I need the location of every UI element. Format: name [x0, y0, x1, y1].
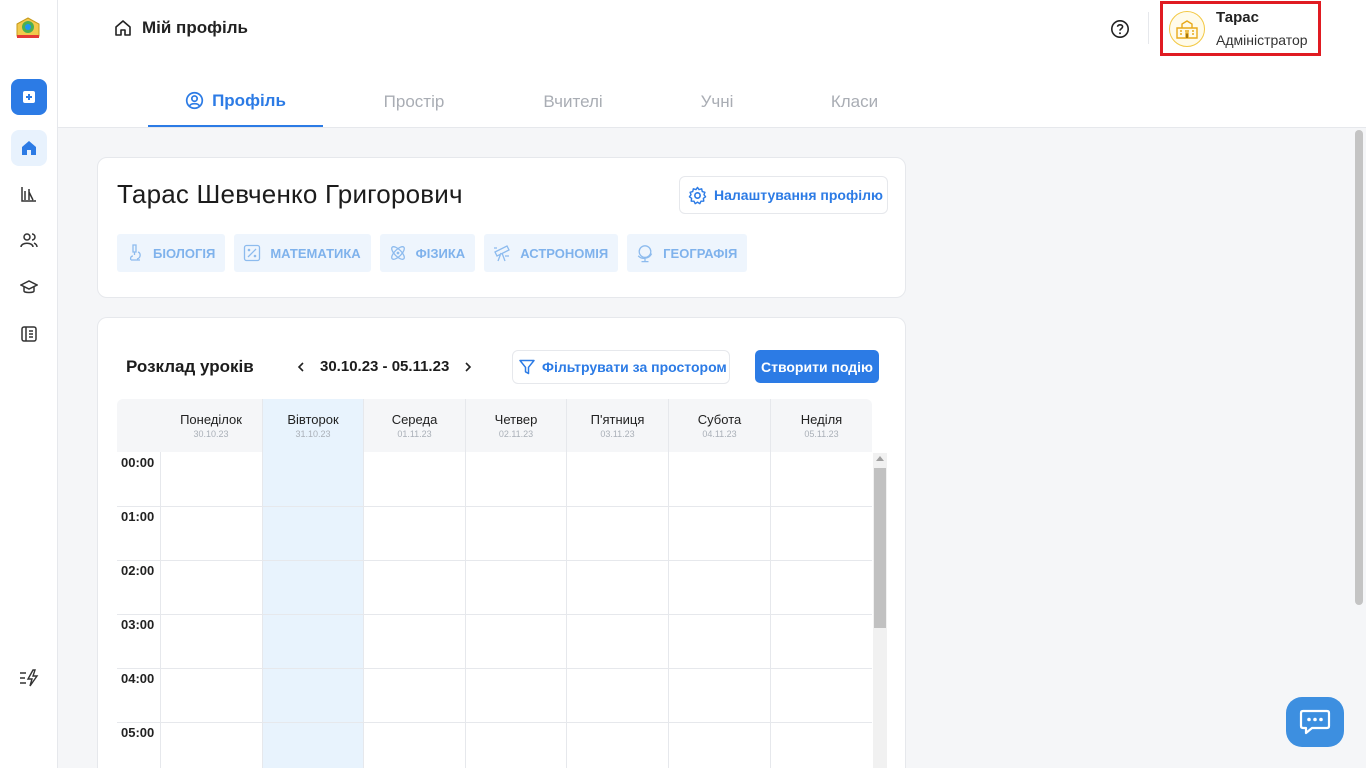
home-icon [22, 141, 36, 155]
day-header-sun[interactable]: Неділя 05.11.23 [770, 399, 872, 452]
avatar [1169, 10, 1205, 47]
user-role: Адміністратор [1216, 31, 1308, 48]
sidebar-item-home[interactable] [11, 130, 47, 166]
tab-profile[interactable]: Профіль [148, 76, 323, 127]
subject-math[interactable]: МАТЕМАТИКА [234, 234, 371, 272]
subject-astronomy[interactable]: АСТРОНОМІЯ [484, 234, 619, 272]
hour-divider [117, 506, 872, 507]
tab-students[interactable]: Учні [641, 76, 793, 127]
create-event-button[interactable]: Створити подію [755, 350, 879, 383]
chat-bubble-icon [1299, 709, 1331, 735]
day-column[interactable] [363, 452, 465, 768]
profile-settings-button[interactable]: Налаштування профілю [679, 176, 888, 214]
time-label: 02:00 [121, 563, 155, 578]
date-range: 30.10.23 - 05.11.23 [320, 358, 450, 375]
breadcrumb[interactable]: Мій профіль [114, 18, 248, 38]
calendar-grid[interactable]: 00:00 01:00 02:00 03:00 04:00 05:00 [117, 452, 872, 768]
plus-icon [23, 91, 35, 103]
question-circle-icon [1111, 20, 1129, 38]
day-header-tue[interactable]: Вівторок 31.10.23 [262, 399, 363, 452]
schedule-title: Розклад уроків [126, 357, 254, 376]
scroll-up-arrow-icon[interactable] [876, 456, 884, 461]
graduation-cap-icon [20, 280, 38, 294]
school-building-icon [1176, 19, 1198, 39]
tab-space[interactable]: Простір [323, 76, 505, 127]
sidebar-item-users[interactable] [11, 222, 47, 258]
stats-icon [21, 187, 36, 202]
bolt-icon [20, 669, 39, 687]
subject-geography[interactable]: ГЕОГРАФІЯ [627, 234, 748, 272]
day-header-sat[interactable]: Субота 04.11.23 [668, 399, 770, 452]
time-label: 00:00 [121, 455, 155, 470]
book-icon [21, 326, 37, 342]
tab-teachers[interactable]: Вчителі [505, 76, 641, 127]
user-circle-icon [185, 91, 204, 110]
tab-classes[interactable]: Класи [793, 76, 916, 127]
day-column[interactable] [566, 452, 668, 768]
day-header-fri[interactable]: П'ятниця 03.11.23 [566, 399, 668, 452]
divider [1148, 12, 1149, 44]
user-menu[interactable]: Тарас Адміністратор [1160, 1, 1321, 56]
hour-divider [117, 614, 872, 615]
help-button[interactable] [1110, 19, 1130, 39]
profile-full-name: Тарас Шевченко Григорович [117, 179, 463, 209]
telescope-icon [494, 245, 511, 262]
calendar-header: Понеділок 30.10.23 Вівторок 31.10.23 Сер… [117, 399, 872, 452]
hour-divider [117, 722, 872, 723]
scroll-thumb[interactable] [874, 468, 886, 628]
page-scrollbar[interactable] [1355, 130, 1363, 605]
day-column[interactable] [465, 452, 566, 768]
sidebar-add-button[interactable] [11, 79, 47, 115]
sidebar-item-stats[interactable] [11, 176, 47, 212]
date-navigator: 30.10.23 - 05.11.23 [296, 358, 473, 375]
filter-by-space-button[interactable]: Фільтрувати за простором [512, 350, 730, 384]
subject-physics[interactable]: ФІЗИКА [379, 234, 476, 272]
globe-icon [637, 245, 653, 263]
gear-icon [688, 186, 707, 204]
sidebar-item-quick-actions[interactable] [11, 660, 47, 696]
time-label: 04:00 [121, 671, 155, 686]
sidebar [0, 0, 58, 768]
day-column[interactable] [160, 452, 262, 768]
subject-list: БІОЛОГІЯ МАТЕМАТИКА ФІЗИКА АСТРОНОМІЯ ГЕ… [117, 234, 748, 272]
hour-divider [117, 668, 872, 669]
user-name: Тарас [1216, 8, 1259, 26]
subject-biology[interactable]: БІОЛОГІЯ [117, 234, 226, 272]
microscope-icon [129, 244, 141, 261]
chat-support-button[interactable] [1286, 697, 1344, 747]
chevron-left-icon[interactable] [296, 361, 306, 373]
hour-divider [117, 560, 872, 561]
percent-icon [244, 244, 261, 262]
header: Мій профіль Тарас Адміністратор Профіль … [58, 0, 1366, 128]
atom-icon [390, 246, 405, 260]
sidebar-item-classes[interactable] [11, 269, 47, 305]
day-column[interactable] [770, 452, 872, 768]
schedule-card: Розклад уроків 30.10.23 - 05.11.23 Фільт… [97, 317, 906, 768]
school-logo-icon[interactable] [14, 14, 42, 42]
calendar-scrollbar[interactable] [873, 453, 887, 768]
day-column[interactable] [668, 452, 770, 768]
filter-icon [519, 359, 535, 375]
time-label: 01:00 [121, 509, 155, 524]
day-header-mon[interactable]: Понеділок 30.10.23 [160, 399, 262, 452]
time-label: 03:00 [121, 617, 155, 632]
page-title: Мій профіль [142, 18, 248, 37]
day-header-thu[interactable]: Четвер 02.11.23 [465, 399, 566, 452]
home-outline-icon [115, 20, 131, 36]
chevron-right-icon[interactable] [463, 361, 473, 373]
day-header-wed[interactable]: Середа 01.11.23 [363, 399, 465, 452]
day-column-today[interactable] [262, 452, 363, 768]
users-icon [20, 233, 38, 248]
profile-card: Тарас Шевченко Григорович Налаштування п… [97, 157, 906, 298]
time-label: 05:00 [121, 725, 155, 740]
tab-bar: Профіль Простір Вчителі Учні Класи [148, 76, 916, 128]
sidebar-item-journal[interactable] [11, 316, 47, 352]
